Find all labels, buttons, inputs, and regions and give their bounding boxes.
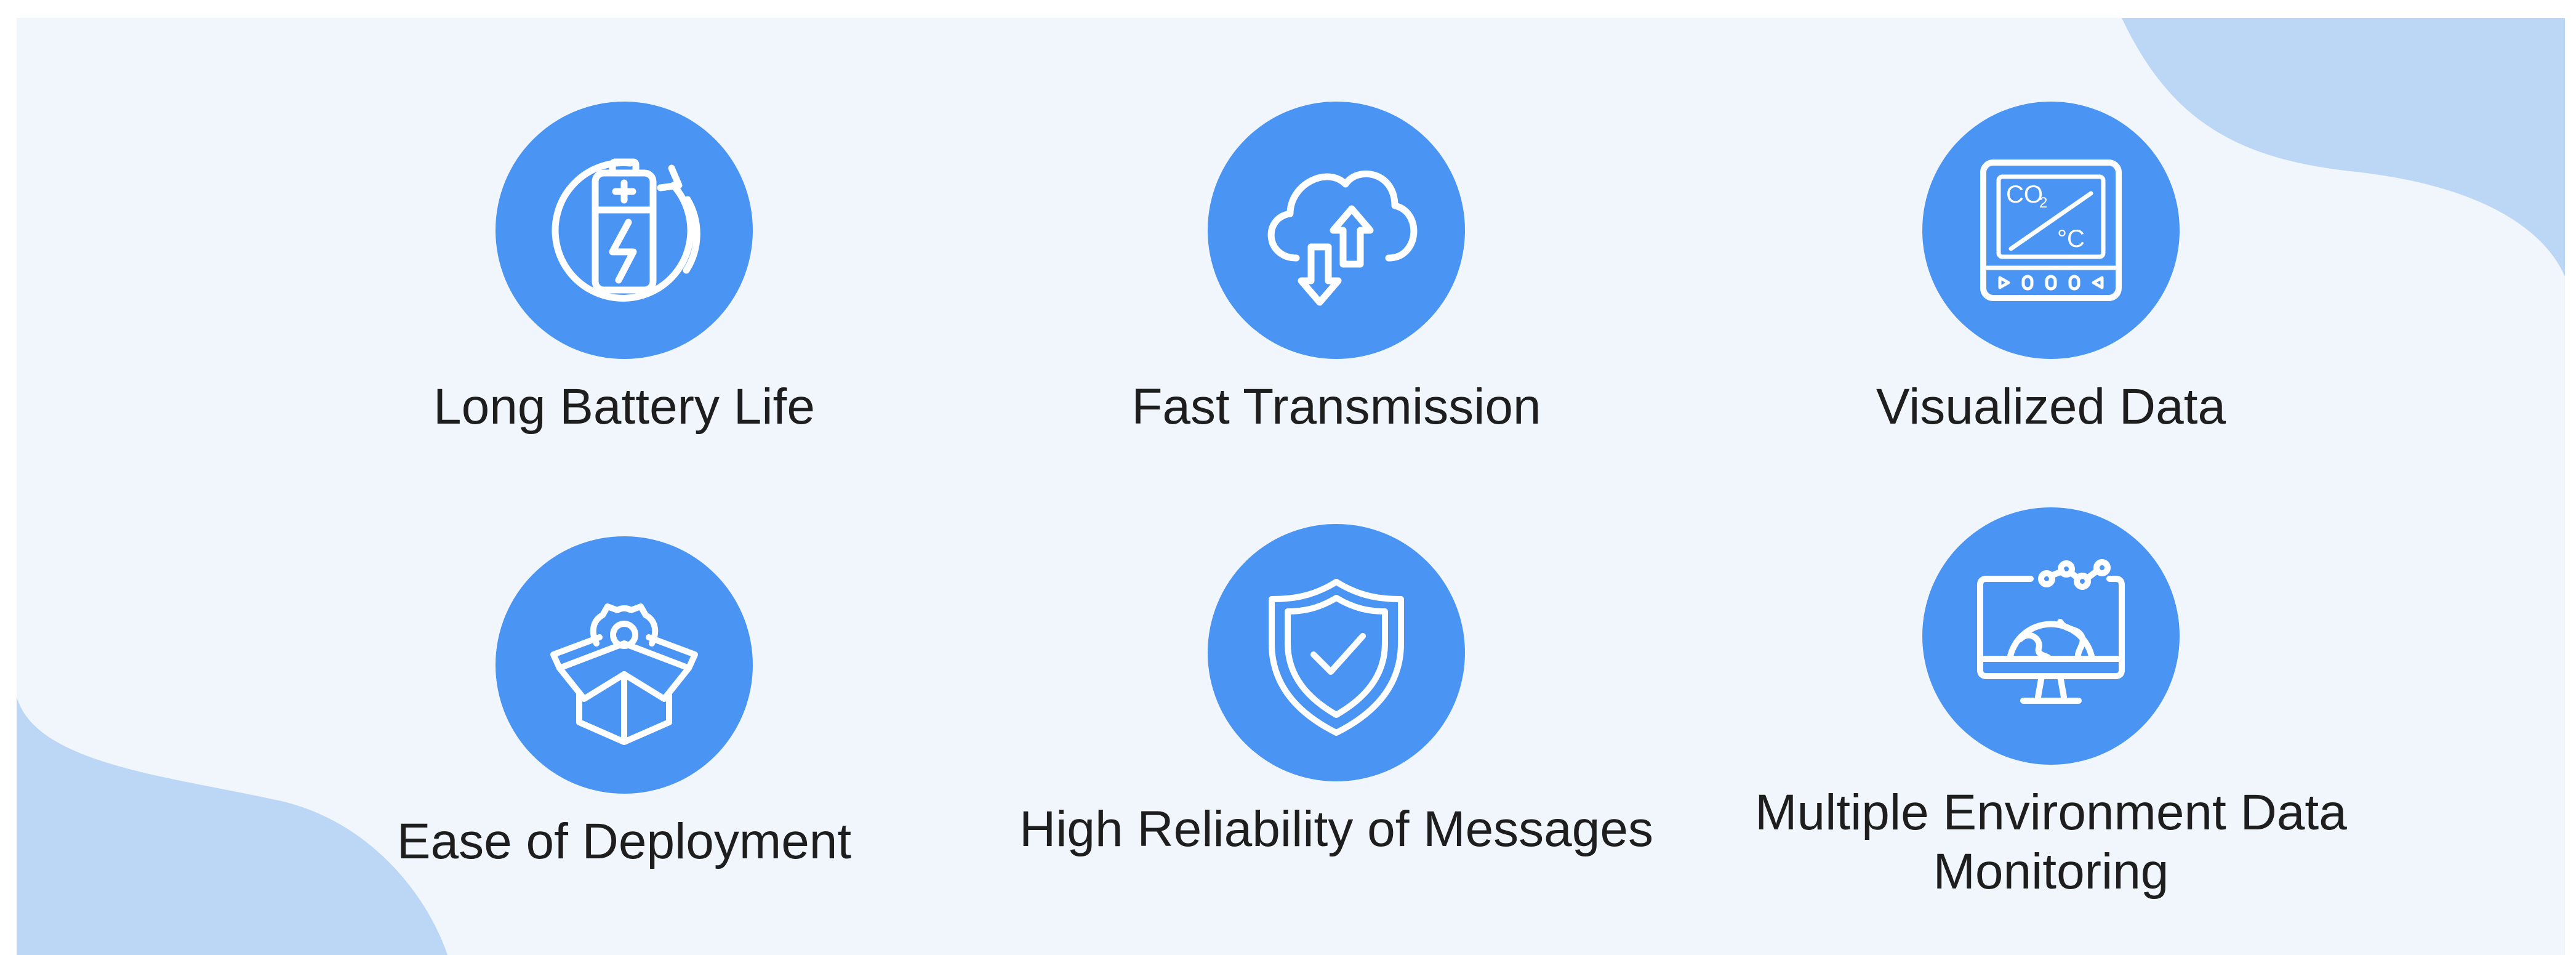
- feature-fast-transmission: Fast Transmission: [998, 102, 1675, 437]
- co2-subscript-text: 2: [2039, 195, 2047, 211]
- feature-label: Visualized Data: [1876, 379, 2226, 435]
- feature-label: High Reliability of Messages: [1019, 801, 1653, 857]
- shield-check-icon: [1269, 579, 1404, 736]
- feature-icon-circle: [1208, 102, 1465, 359]
- battery-icon: [552, 158, 700, 302]
- co2-text: CO: [2006, 181, 2043, 208]
- temperature-unit-text: °C: [2057, 225, 2085, 252]
- feature-icon-circle: [1208, 524, 1465, 781]
- feature-label: Fast Transmission: [1131, 379, 1541, 435]
- page: Long Battery Life Fast Transmission CO 2…: [0, 0, 2576, 955]
- feature-icon-circle: [496, 102, 753, 359]
- box-gear-icon: [550, 603, 698, 745]
- feature-label: Ease of Deployment: [396, 813, 852, 869]
- feature-long-battery-life: Long Battery Life: [286, 102, 963, 437]
- feature-visualized-data: CO 2 °C Visualized Data: [1712, 102, 2389, 437]
- co2-temperature-display-icon: CO 2 °C: [1980, 159, 2122, 301]
- features-panel: Long Battery Life Fast Transmission CO 2…: [17, 18, 2565, 955]
- feature-icon-circle: CO 2 °C: [1922, 102, 2180, 359]
- feature-label: Multiple Environment Data Monitoring: [1755, 784, 2347, 900]
- feature-icon-circle: [496, 536, 753, 794]
- cloud-transfer-icon: [1267, 170, 1418, 306]
- monitor-globe-icon: [1977, 559, 2125, 704]
- feature-high-reliability-of-messages: High Reliability of Messages: [998, 524, 1675, 859]
- feature-label: Long Battery Life: [433, 379, 815, 435]
- feature-ease-of-deployment: Ease of Deployment: [286, 536, 963, 871]
- feature-icon-circle: [1922, 507, 2180, 765]
- feature-multiple-environment-data-monitoring: Multiple Environment Data Monitoring: [1712, 507, 2389, 901]
